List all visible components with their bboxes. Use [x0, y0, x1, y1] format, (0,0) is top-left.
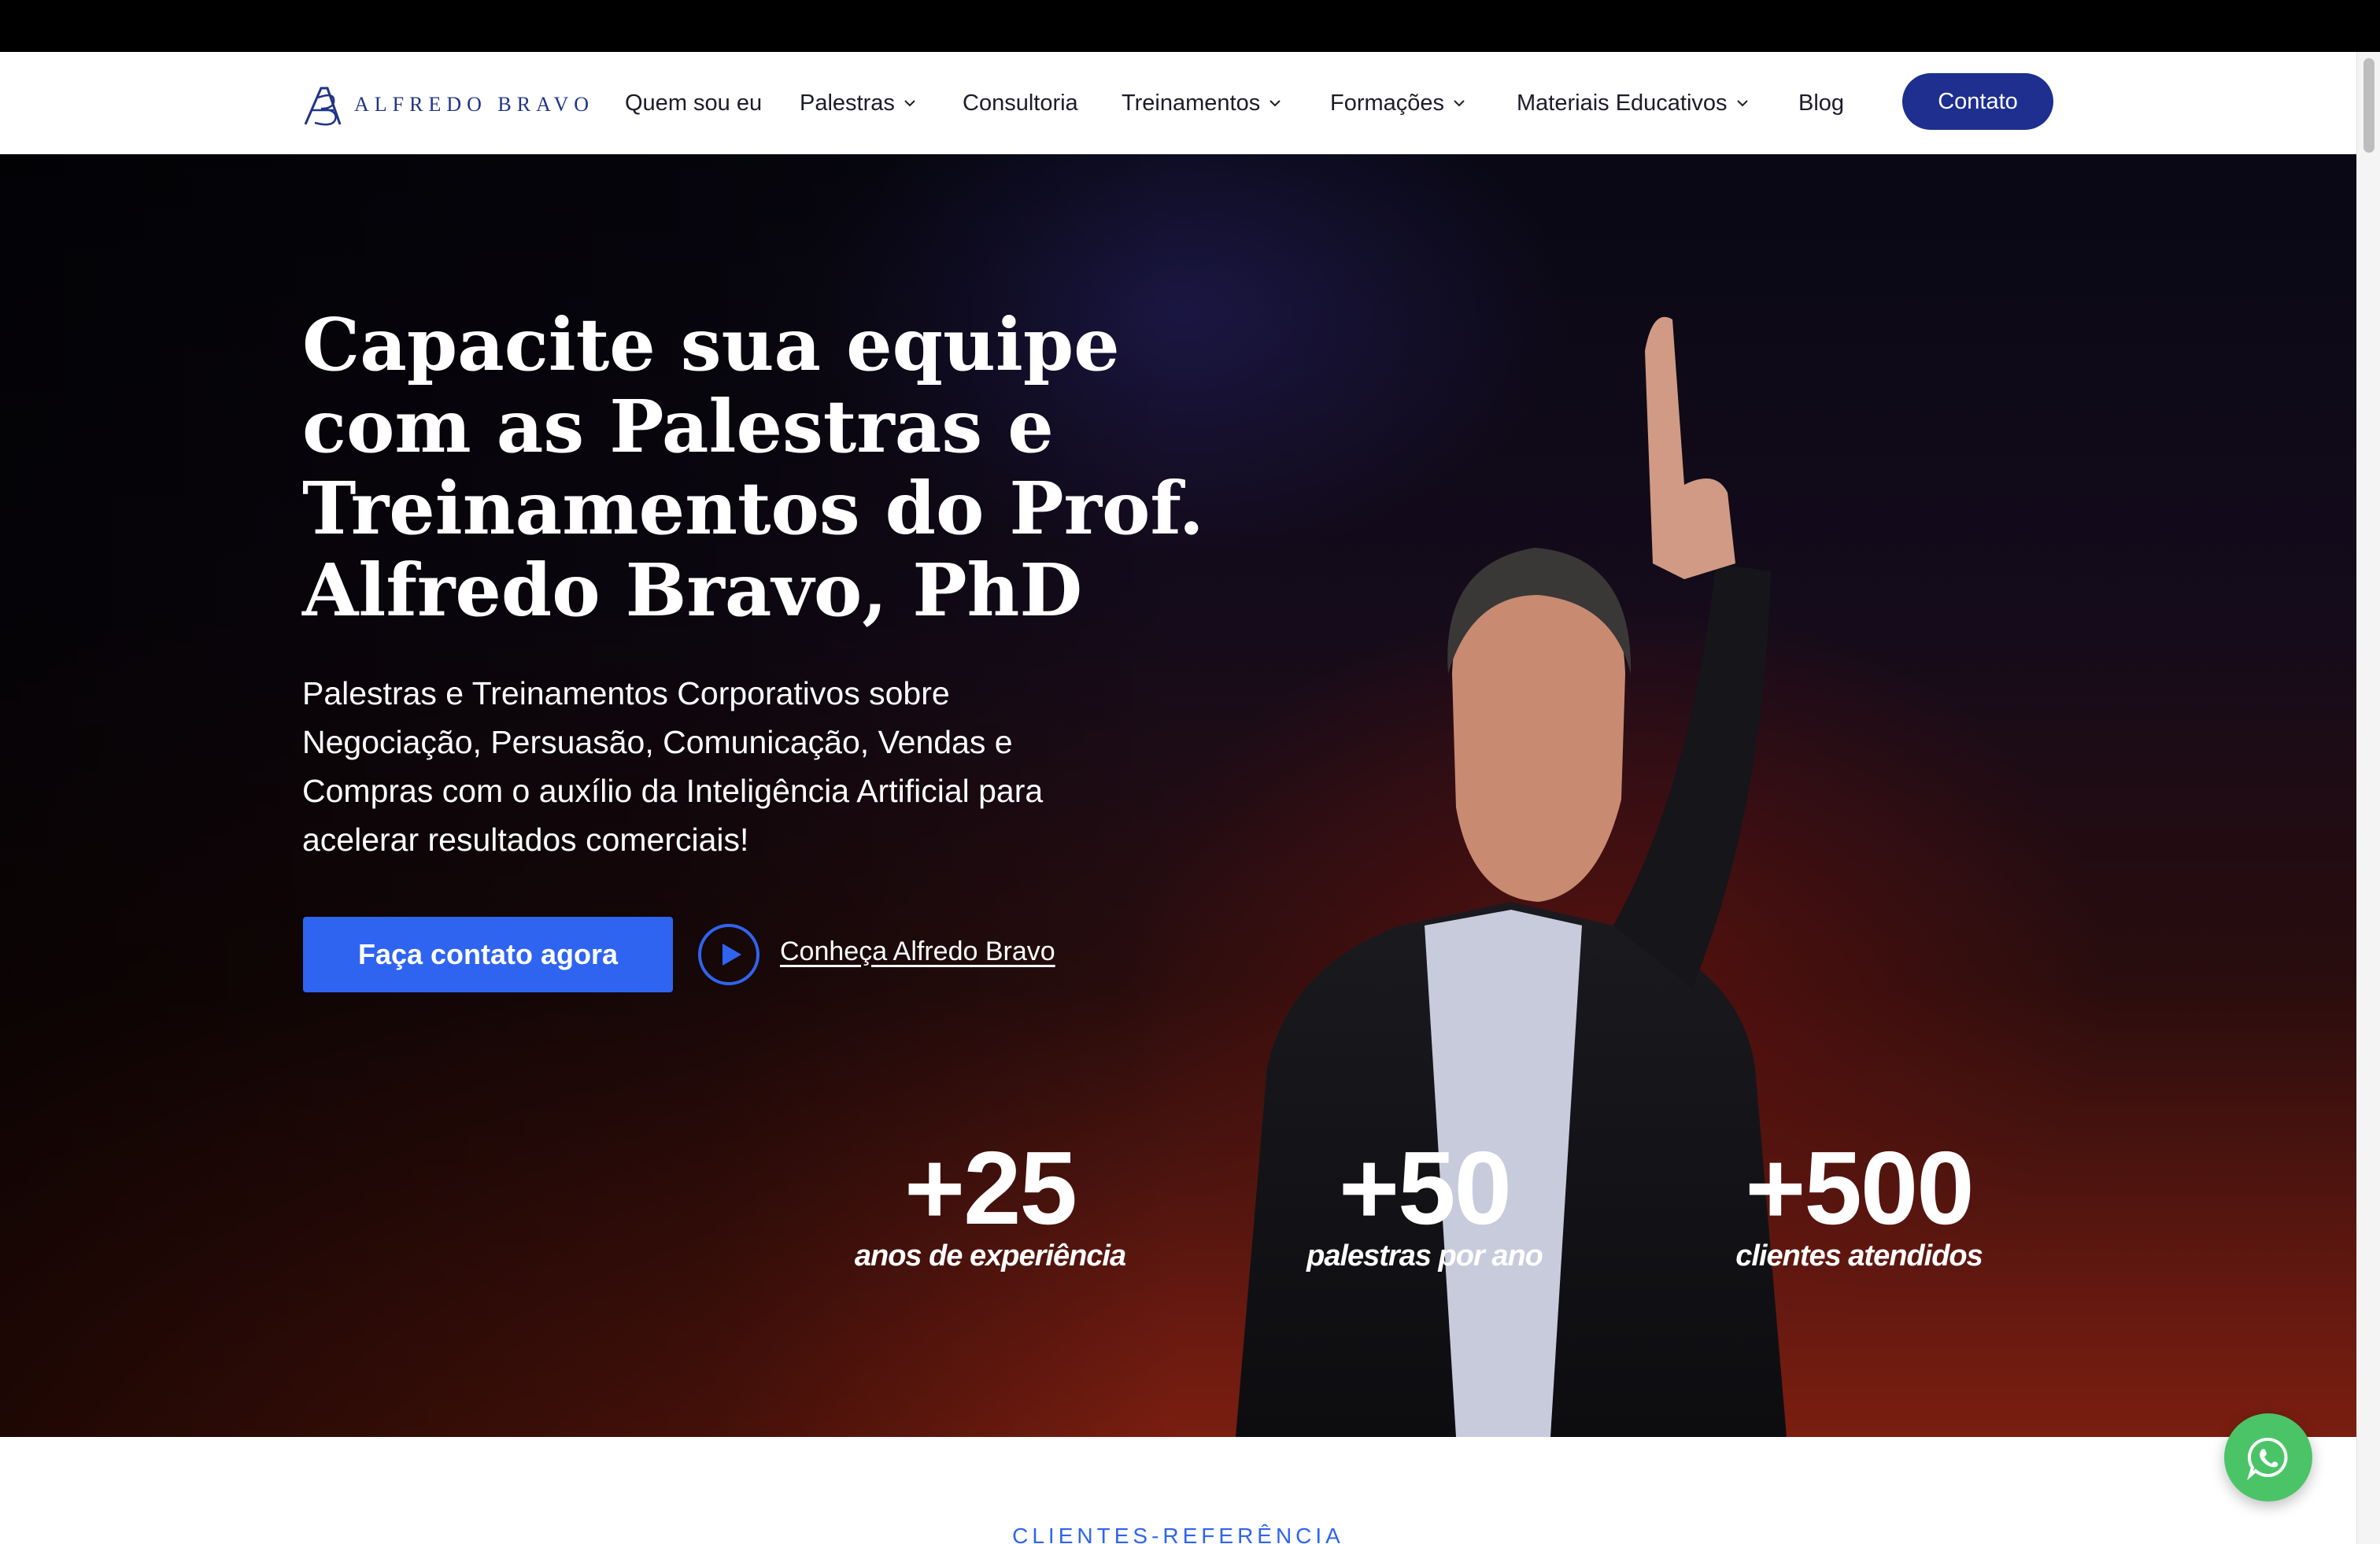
nav-label: Consultoria [963, 90, 1078, 116]
nav-label: Palestras [800, 90, 895, 116]
contact-now-button[interactable]: Faça contato agora [303, 917, 673, 992]
nav-treinamentos[interactable]: Treinamentos [1122, 87, 1282, 120]
whatsapp-button[interactable] [2224, 1413, 2312, 1502]
stat-label: clientes atendidos [1735, 1239, 1983, 1273]
nav-formacoes[interactable]: Formações [1330, 87, 1466, 120]
contact-button[interactable]: Contato [1902, 73, 2053, 130]
logo-monogram-icon [304, 87, 342, 126]
chevron-down-icon [1454, 100, 1465, 107]
meet-alfredo-link[interactable]: Conheça Alfredo Bravo [780, 936, 1055, 967]
nav-label: Formações [1330, 90, 1445, 116]
stat-number: +500 [1745, 1130, 1974, 1246]
nav-label: Blog [1798, 90, 1845, 116]
chevron-down-icon [904, 100, 915, 107]
site-header: ALFREDO BRAVO Quem sou eu Palestras Cons… [0, 52, 2356, 154]
stat-experience: +25 anos de experiência [825, 1133, 1155, 1273]
nav-quem-sou-eu[interactable]: Quem sou eu [625, 87, 762, 120]
top-black-bar [0, 0, 2380, 52]
stat-talks: +50 palestras por ano [1259, 1133, 1590, 1273]
scrollbar[interactable] [2356, 52, 2380, 1544]
hero-subtitle: Palestras e Treinamentos Corporativos so… [302, 675, 1044, 858]
stat-label: anos de experiência [854, 1239, 1126, 1273]
nav-consultoria[interactable]: Consultoria [963, 87, 1078, 120]
chevron-down-icon [1269, 100, 1281, 107]
brand-logo[interactable]: ALFREDO BRAVO [301, 80, 594, 129]
hero-title: Capacite sua equipe com as Palestras e T… [302, 302, 1204, 633]
stat-label: palestras por ano [1306, 1239, 1543, 1273]
clients-section-label: CLIENTES-REFERÊNCIA [1012, 1524, 1344, 1544]
nav-label: Quem sou eu [625, 90, 763, 116]
brand-name: ALFREDO BRAVO [354, 93, 595, 116]
scrollbar-thumb[interactable] [2363, 58, 2374, 153]
stat-clients: +500 clientes atendidos [1694, 1133, 2024, 1273]
nav-blog[interactable]: Blog [1798, 87, 1844, 120]
nav-materiais-educativos[interactable]: Materiais Educativos [1517, 87, 1750, 120]
nav-palestras[interactable]: Palestras [800, 87, 917, 120]
chevron-down-icon [1736, 100, 1748, 107]
whatsapp-icon [2247, 1437, 2288, 1480]
nav-label: Treinamentos [1122, 90, 1261, 116]
stat-number: +25 [904, 1130, 1077, 1246]
nav-label: Materiais Educativos [1517, 90, 1728, 116]
stat-number: +50 [1339, 1130, 1512, 1246]
hero-section: Capacite sua equipe com as Palestras e T… [0, 154, 2356, 1437]
play-circle-icon[interactable] [697, 923, 760, 986]
